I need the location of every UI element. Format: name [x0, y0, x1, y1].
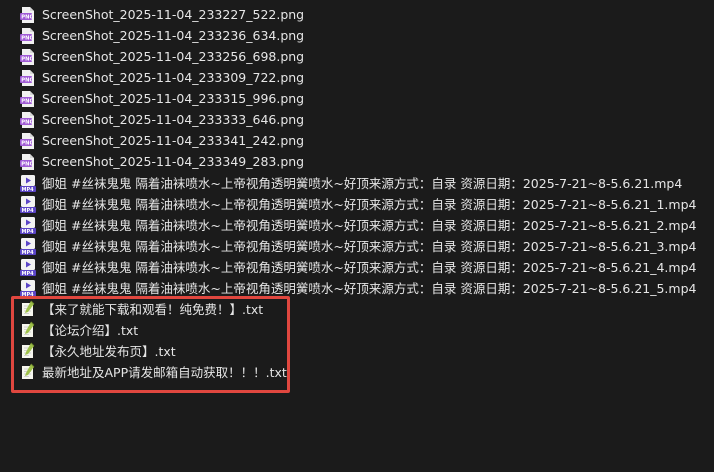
mp4-file-icon: MP4 — [20, 216, 36, 234]
list-item[interactable]: MP4 御姐 #丝袜鬼鬼 隔着油袜喷水~上帝视角透明黉喷水~好顶来源方式：自录 … — [20, 214, 714, 235]
list-item[interactable]: MP4 御姐 #丝袜鬼鬼 隔着油袜喷水~上帝视角透明黉喷水~好顶来源方式：自录 … — [20, 193, 714, 214]
list-item[interactable]: PNG ScreenShot_2025-11-04_233341_242.png — [20, 130, 714, 151]
mp4-file-icon: MP4 — [20, 195, 36, 213]
txt-file-icon — [20, 342, 36, 360]
svg-text:MP4: MP4 — [22, 249, 35, 254]
file-name: ScreenShot_2025-11-04_233315_996.png — [42, 91, 305, 106]
file-name: 御姐 #丝袜鬼鬼 隔着油袜喷水~上帝视角透明黉喷水~好顶来源方式：自录 资源日期… — [42, 260, 697, 275]
file-name: ScreenShot_2025-11-04_233349_283.png — [42, 154, 305, 169]
list-item[interactable]: 【永久地址发布页】.txt — [20, 340, 714, 361]
svg-text:MP4: MP4 — [22, 270, 35, 275]
svg-text:PNG: PNG — [21, 35, 33, 41]
png-file-icon: PNG — [20, 132, 36, 150]
file-name: 御姐 #丝袜鬼鬼 隔着油袜喷水~上帝视角透明黉喷水~好顶来源方式：自录 资源日期… — [42, 281, 697, 296]
list-item[interactable]: MP4 御姐 #丝袜鬼鬼 隔着油袜喷水~上帝视角透明黉喷水~好顶来源方式：自录 … — [20, 277, 714, 298]
list-item[interactable]: PNG ScreenShot_2025-11-04_233309_722.png — [20, 67, 714, 88]
file-list: PNG ScreenShot_2025-11-04_233227_522.png… — [20, 4, 714, 382]
file-name: 【论坛介绍】.txt — [42, 323, 139, 338]
svg-text:PNG: PNG — [21, 77, 33, 83]
txt-file-icon — [20, 300, 36, 318]
svg-text:MP4: MP4 — [22, 291, 35, 296]
svg-text:PNG: PNG — [21, 98, 33, 104]
svg-text:PNG: PNG — [21, 14, 33, 20]
file-name: ScreenShot_2025-11-04_233341_242.png — [42, 133, 305, 148]
file-name: ScreenShot_2025-11-04_233256_698.png — [42, 49, 305, 64]
png-file-icon: PNG — [20, 90, 36, 108]
svg-text:PNG: PNG — [21, 161, 33, 167]
list-item[interactable]: MP4 御姐 #丝袜鬼鬼 隔着油袜喷水~上帝视角透明黉喷水~好顶来源方式：自录 … — [20, 235, 714, 256]
file-name: 御姐 #丝袜鬼鬼 隔着油袜喷水~上帝视角透明黉喷水~好顶来源方式：自录 资源日期… — [42, 197, 697, 212]
file-name: 御姐 #丝袜鬼鬼 隔着油袜喷水~上帝视角透明黉喷水~好顶来源方式：自录 资源日期… — [42, 218, 697, 233]
list-item[interactable]: PNG ScreenShot_2025-11-04_233227_522.png — [20, 4, 714, 25]
file-name: 【永久地址发布页】.txt — [42, 344, 176, 359]
list-item[interactable]: PNG ScreenShot_2025-11-04_233315_996.png — [20, 88, 714, 109]
png-file-icon: PNG — [20, 6, 36, 24]
svg-text:MP4: MP4 — [22, 186, 35, 191]
list-item[interactable]: MP4 御姐 #丝袜鬼鬼 隔着油袜喷水~上帝视角透明黉喷水~好顶来源方式：自录 … — [20, 256, 714, 277]
file-name: 【来了就能下载和观看！纯免费！】.txt — [42, 302, 264, 317]
png-file-icon: PNG — [20, 153, 36, 171]
list-item[interactable]: MP4 御姐 #丝袜鬼鬼 隔着油袜喷水~上帝视角透明黉喷水~好顶来源方式：自录 … — [20, 172, 714, 193]
file-name: 御姐 #丝袜鬼鬼 隔着油袜喷水~上帝视角透明黉喷水~好顶来源方式：自录 资源日期… — [42, 176, 683, 191]
list-item[interactable]: 【论坛介绍】.txt — [20, 319, 714, 340]
txt-file-icon — [20, 363, 36, 381]
list-item[interactable]: 最新地址及APP请发邮箱自动获取！！！.txt — [20, 361, 714, 382]
file-name: ScreenShot_2025-11-04_233227_522.png — [42, 7, 305, 22]
svg-text:PNG: PNG — [21, 140, 33, 146]
file-name: ScreenShot_2025-11-04_233236_634.png — [42, 28, 305, 43]
svg-text:MP4: MP4 — [22, 207, 35, 212]
svg-text:MP4: MP4 — [22, 228, 35, 233]
png-file-icon: PNG — [20, 27, 36, 45]
list-item[interactable]: PNG ScreenShot_2025-11-04_233236_634.png — [20, 25, 714, 46]
file-name: 最新地址及APP请发邮箱自动获取！！！.txt — [42, 365, 287, 380]
file-name: ScreenShot_2025-11-04_233309_722.png — [42, 70, 305, 85]
file-name: 御姐 #丝袜鬼鬼 隔着油袜喷水~上帝视角透明黉喷水~好顶来源方式：自录 资源日期… — [42, 239, 697, 254]
mp4-file-icon: MP4 — [20, 258, 36, 276]
png-file-icon: PNG — [20, 111, 36, 129]
png-file-icon: PNG — [20, 69, 36, 87]
list-item[interactable]: 【来了就能下载和观看！纯免费！】.txt — [20, 298, 714, 319]
mp4-file-icon: MP4 — [20, 279, 36, 297]
svg-text:PNG: PNG — [21, 119, 33, 125]
list-item[interactable]: PNG ScreenShot_2025-11-04_233349_283.png — [20, 151, 714, 172]
file-name: ScreenShot_2025-11-04_233333_646.png — [42, 112, 305, 127]
mp4-file-icon: MP4 — [20, 237, 36, 255]
mp4-file-icon: MP4 — [20, 174, 36, 192]
list-item[interactable]: PNG ScreenShot_2025-11-04_233256_698.png — [20, 46, 714, 67]
svg-text:PNG: PNG — [21, 56, 33, 62]
list-item[interactable]: PNG ScreenShot_2025-11-04_233333_646.png — [20, 109, 714, 130]
png-file-icon: PNG — [20, 48, 36, 66]
txt-file-icon — [20, 321, 36, 339]
